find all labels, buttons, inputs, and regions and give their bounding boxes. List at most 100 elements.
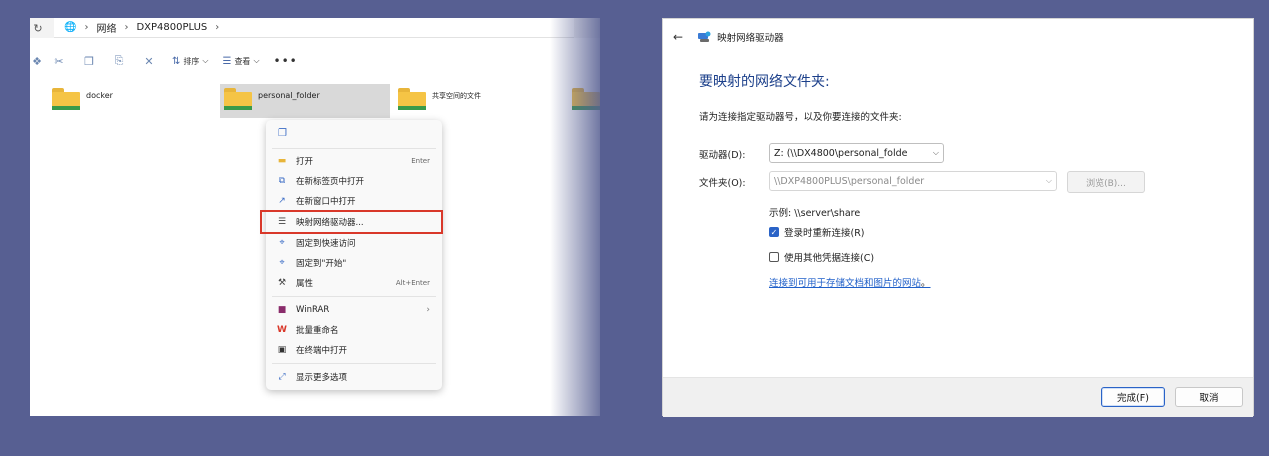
menu-divider <box>272 148 436 149</box>
cut-icon[interactable]: ✂ <box>44 52 74 70</box>
menu-item-pin-quick-access[interactable]: ⌖ 固定到快速访问 <box>266 234 442 252</box>
menu-item-label: 固定到"开始" <box>296 259 347 269</box>
folder-icon <box>398 88 426 110</box>
new-item-icon[interactable]: ❖ <box>30 52 44 70</box>
copy-icon[interactable]: ❐ <box>74 52 104 70</box>
drive-letter-select[interactable]: Z: (\\DX4800\personal_folde ⌵ <box>769 143 944 163</box>
reconnect-checkbox-row[interactable]: ✓ 登录时重新连接(R) <box>769 225 865 239</box>
copy-icon[interactable]: ❐ <box>278 128 287 139</box>
menu-divider <box>272 296 436 297</box>
winrar-icon: ■ <box>277 305 287 315</box>
delete-icon[interactable]: ✕ <box>134 52 164 70</box>
folder-label: 文件夹(O): <box>699 178 746 189</box>
menu-item-label: 批量重命名 <box>296 326 339 336</box>
folder-icon[interactable] <box>572 88 600 110</box>
address-field[interactable]: 🌐 › 网络 › DXP4800PLUS › <box>54 18 574 38</box>
other-credentials-label: 使用其他凭据连接(C) <box>784 253 875 264</box>
more-options-icon: ⤢ <box>278 372 286 382</box>
context-menu: ❐ ▬ 打开 Enter ⧉ 在新标签页中打开 ↗ 在新窗口中打开 ☰ 映射网络… <box>266 120 442 390</box>
wrench-icon: ⚒ <box>277 278 287 288</box>
network-globe-icon: 🌐 <box>64 22 77 33</box>
breadcrumb-network[interactable]: 网络 <box>96 20 116 35</box>
cancel-button[interactable]: 取消 <box>1175 387 1243 407</box>
chevron-right-icon: › <box>124 22 129 33</box>
back-arrow-icon[interactable]: ← <box>673 30 683 44</box>
folder-path-input[interactable]: \\DXP4800PLUS\personal_folder ⌵ <box>769 171 1057 191</box>
chevron-down-icon: ⌵ <box>202 56 209 65</box>
sort-button[interactable]: ⇅ 排序 ⌵ <box>172 56 208 67</box>
folder-name: docker <box>86 91 113 100</box>
finish-button[interactable]: 完成(F) <box>1101 387 1165 407</box>
menu-item-label: 显示更多选项 <box>296 373 348 383</box>
wps-icon: W <box>277 325 287 335</box>
folder-icon <box>224 88 252 110</box>
folder-path-value: \\DXP4800PLUS\personal_folder <box>774 175 925 187</box>
menu-item-label: 固定到快速访问 <box>296 239 356 249</box>
storage-website-link[interactable]: 连接到可用于存储文档和图片的网站。 <box>769 275 931 289</box>
menu-item-label: 在新标签页中打开 <box>296 177 365 187</box>
terminal-icon: ▣ <box>277 345 287 355</box>
dialog-header: ← 映射网络驱动器 <box>663 19 1253 55</box>
chevron-down-icon: ⌵ <box>1045 176 1052 185</box>
chevron-right-icon: › <box>84 22 89 33</box>
menu-item-label: WinRAR <box>296 305 330 315</box>
chevron-right-icon: › <box>215 22 220 33</box>
dialog-heading: 要映射的网络文件夹: <box>699 74 830 90</box>
refresh-icon[interactable]: ↻ <box>30 22 46 35</box>
browse-button[interactable]: 浏览(B)... <box>1067 171 1145 193</box>
folder-icon <box>52 88 80 110</box>
menu-item-open-new-tab[interactable]: ⧉ 在新标签页中打开 <box>266 172 442 190</box>
menu-item-pin-start[interactable]: ⌖ 固定到"开始" <box>266 254 442 272</box>
menu-item-open-terminal[interactable]: ▣ 在终端中打开 <box>266 341 442 359</box>
dialog-description: 请为连接指定驱动器号，以及你要连接的文件夹: <box>699 112 902 123</box>
menu-item-label: 属性 <box>296 279 314 289</box>
menu-divider <box>272 363 436 364</box>
chevron-down-icon: ⌵ <box>253 56 260 65</box>
pin-icon: ⌖ <box>279 238 285 248</box>
chevron-right-icon: › <box>426 305 430 315</box>
menu-item-label: 打开 <box>296 157 314 167</box>
address-bar: ↻ 🌐 › 网络 › DXP4800PLUS › <box>30 18 600 38</box>
dialog-title: 映射网络驱动器 <box>717 33 784 44</box>
reconnect-label: 登录时重新连接(R) <box>784 228 865 239</box>
folder-icon: ▬ <box>277 156 287 166</box>
link-suffix: 。 <box>921 278 931 289</box>
shortcut-label: Alt+Enter <box>395 279 430 287</box>
menu-item-winrar[interactable]: ■ WinRAR › <box>266 301 442 319</box>
view-button[interactable]: ☰ 查看 ⌵ <box>222 56 259 67</box>
folder-name: 共享空间的文件 <box>432 92 481 100</box>
command-bar: ❖ ✂ ❐ ⎘ ✕ ⇅ 排序 ⌵ ☰ 查看 ⌵ ••• <box>30 50 600 72</box>
other-credentials-checkbox[interactable] <box>769 252 779 262</box>
file-explorer-window: ↻ 🌐 › 网络 › DXP4800PLUS › ❖ ✂ ❐ ⎘ ✕ ⇅ 排序 … <box>30 18 600 416</box>
drive-label: 驱动器(D): <box>699 150 746 161</box>
menu-item-label: 在终端中打开 <box>296 346 348 356</box>
view-icon: ☰ <box>222 55 232 67</box>
menu-item-open-new-window[interactable]: ↗ 在新窗口中打开 <box>266 192 442 210</box>
link-text[interactable]: 连接到可用于存储文档和图片的网站 <box>769 278 921 289</box>
drive-letter-value: Z: (\\DX4800\personal_folde <box>774 147 908 159</box>
chevron-down-icon: ⌵ <box>932 148 939 157</box>
menu-item-show-more-options[interactable]: ⤢ 显示更多选项 <box>266 368 442 386</box>
shortcut-label: Enter <box>411 157 430 165</box>
example-path: 示例: \\server\share <box>769 208 861 219</box>
menu-item-open[interactable]: ▬ 打开 Enter <box>266 152 442 170</box>
pin-icon: ⌖ <box>279 258 285 268</box>
new-tab-icon: ⧉ <box>278 176 286 186</box>
other-credentials-checkbox-row[interactable]: 使用其他凭据连接(C) <box>769 250 874 264</box>
menu-item-label: 在新窗口中打开 <box>296 197 356 207</box>
network-drive-icon <box>697 31 711 43</box>
breadcrumb-dxp4800plus[interactable]: DXP4800PLUS <box>136 22 207 33</box>
sort-icon: ⇅ <box>172 55 181 67</box>
view-label: 查看 <box>234 56 251 66</box>
folder-name: personal_folder <box>258 91 320 100</box>
edge-fade <box>550 18 600 416</box>
map-network-drive-dialog: ← 映射网络驱动器 要映射的网络文件夹: 请为连接指定驱动器号，以及你要连接的文… <box>662 18 1254 417</box>
highlight-box <box>260 210 443 234</box>
reconnect-checkbox[interactable]: ✓ <box>769 227 779 237</box>
sort-label: 排序 <box>183 56 200 66</box>
menu-item-batch-rename[interactable]: W 批量重命名 <box>266 321 442 339</box>
menu-item-properties[interactable]: ⚒ 属性 Alt+Enter <box>266 274 442 292</box>
new-window-icon: ↗ <box>278 196 286 206</box>
paste-icon[interactable]: ⎘ <box>104 52 134 70</box>
more-options-button[interactable]: ••• <box>274 54 298 68</box>
